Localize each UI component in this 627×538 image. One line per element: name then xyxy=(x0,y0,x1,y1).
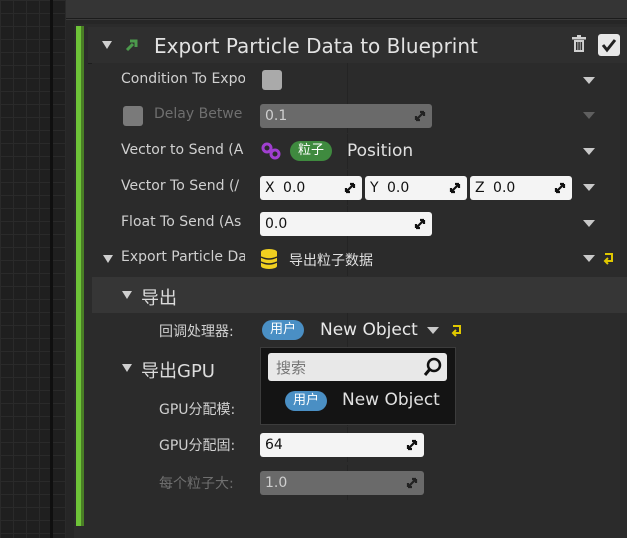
float-label: Float To Send (As xyxy=(121,214,242,230)
vector-label: Vector to Send (A xyxy=(121,142,244,158)
expand-toggle-icon[interactable] xyxy=(122,364,132,372)
user-tag: 用户 xyxy=(262,320,305,340)
object-dropdown-popup: 用户 New Object xyxy=(260,347,456,425)
export-value[interactable]: 导出粒子数据 xyxy=(289,250,373,270)
delay-row: Delay Betwe 0.1 xyxy=(92,98,627,133)
checkmark-icon xyxy=(601,39,617,53)
x-value: 0.0 xyxy=(283,180,306,196)
x-field[interactable]: X 0.0 xyxy=(260,176,362,200)
gpu-alloc-mode-label: GPU分配模: xyxy=(159,402,236,418)
expand-toggle-icon[interactable] xyxy=(103,255,113,263)
chevron-down-icon[interactable] xyxy=(583,184,595,191)
database-icon xyxy=(260,249,278,269)
particle-tag: 粒子 xyxy=(290,141,333,161)
dropdown-option[interactable]: 用户 New Object xyxy=(268,388,448,414)
vector-row: Vector to Send (A 粒子 Position xyxy=(92,134,627,169)
node-title: Export Particle Data to Blueprint xyxy=(154,34,478,58)
top-strip xyxy=(66,0,627,20)
gpu-alloc-fixed-value: 64 xyxy=(265,437,283,453)
resize-icon xyxy=(344,182,356,194)
expand-toggle-icon[interactable] xyxy=(122,291,132,299)
export-section-title: 导出 xyxy=(141,288,177,309)
resize-icon xyxy=(449,182,461,194)
gpu-alloc-fixed-label: GPU分配固: xyxy=(159,438,236,454)
graph-wire xyxy=(50,0,53,538)
delay-value: 0.1 xyxy=(265,108,288,124)
condition-row: Condition To Expo xyxy=(92,63,627,98)
chevron-down-icon[interactable] xyxy=(583,148,595,155)
callback-value[interactable]: New Object xyxy=(320,320,418,340)
vector-xyz-row: Vector To Send (/ X 0.0 Y 0.0 Z 0.0 xyxy=(92,170,627,205)
reset-arrow-icon[interactable] xyxy=(603,251,615,265)
resize-icon xyxy=(406,439,418,451)
per-particle-label: 每个粒子大: xyxy=(159,476,234,492)
vector-value[interactable]: Position xyxy=(347,141,413,161)
y-value: 0.0 xyxy=(387,180,410,196)
float-row: Float To Send (As 0.0 xyxy=(92,206,627,241)
vector-xyz-label: Vector To Send (/ xyxy=(121,178,240,194)
export-section-header[interactable]: 导出 xyxy=(92,277,627,313)
delay-label: Delay Betwe xyxy=(154,106,243,122)
per-particle-row: 每个粒子大: 1.0 xyxy=(92,465,627,500)
z-field[interactable]: Z 0.0 xyxy=(470,176,572,200)
gpu-alloc-fixed-row: GPU分配固: 64 xyxy=(92,427,627,462)
resize-icon xyxy=(406,477,418,489)
gpu-section-title: 导出GPU xyxy=(141,361,215,382)
trash-icon[interactable] xyxy=(570,35,588,53)
search-input[interactable] xyxy=(268,353,428,383)
export-label: Export Particle Da xyxy=(121,249,245,265)
resize-icon xyxy=(554,182,566,194)
module-icon xyxy=(125,39,138,52)
enable-checkbox[interactable] xyxy=(598,34,620,56)
condition-checkbox[interactable] xyxy=(262,70,282,90)
float-value: 0.0 xyxy=(265,216,288,232)
chevron-down-icon[interactable] xyxy=(583,77,595,84)
z-value: 0.0 xyxy=(493,180,516,196)
y-label: Y xyxy=(370,180,379,196)
float-field[interactable]: 0.0 xyxy=(260,212,432,236)
link-icon xyxy=(261,142,281,160)
search-box[interactable] xyxy=(268,353,447,383)
callback-label: 回调处理器: xyxy=(159,324,234,340)
callback-row: 回调处理器: 用户 New Object xyxy=(92,313,627,348)
user-tag: 用户 xyxy=(285,391,328,411)
dropdown-arrow-icon[interactable] xyxy=(427,327,439,334)
y-field[interactable]: Y 0.0 xyxy=(365,176,467,200)
resize-icon xyxy=(414,110,426,122)
graph-background xyxy=(0,0,66,538)
per-particle-value: 1.0 xyxy=(265,475,288,491)
search-icon xyxy=(423,357,442,376)
per-particle-field[interactable]: 1.0 xyxy=(260,471,424,495)
collapse-toggle-icon[interactable] xyxy=(102,41,112,49)
condition-label: Condition To Expo xyxy=(121,71,245,87)
chevron-down-icon[interactable] xyxy=(583,255,595,262)
node-header: Export Particle Data to Blueprint xyxy=(88,27,627,64)
delay-checkbox[interactable] xyxy=(123,106,143,126)
chevron-down-icon[interactable] xyxy=(583,220,595,227)
z-label: Z xyxy=(475,180,485,196)
option-value: New Object xyxy=(342,390,440,410)
delay-field[interactable]: 0.1 xyxy=(260,104,432,128)
resize-icon xyxy=(414,218,426,230)
export-row: Export Particle Da 导出粒子数据 xyxy=(92,241,627,276)
reset-arrow-icon[interactable] xyxy=(451,323,463,337)
chevron-down-icon[interactable] xyxy=(583,112,595,119)
x-label: X xyxy=(265,180,275,196)
gpu-alloc-fixed-field[interactable]: 64 xyxy=(260,433,424,457)
